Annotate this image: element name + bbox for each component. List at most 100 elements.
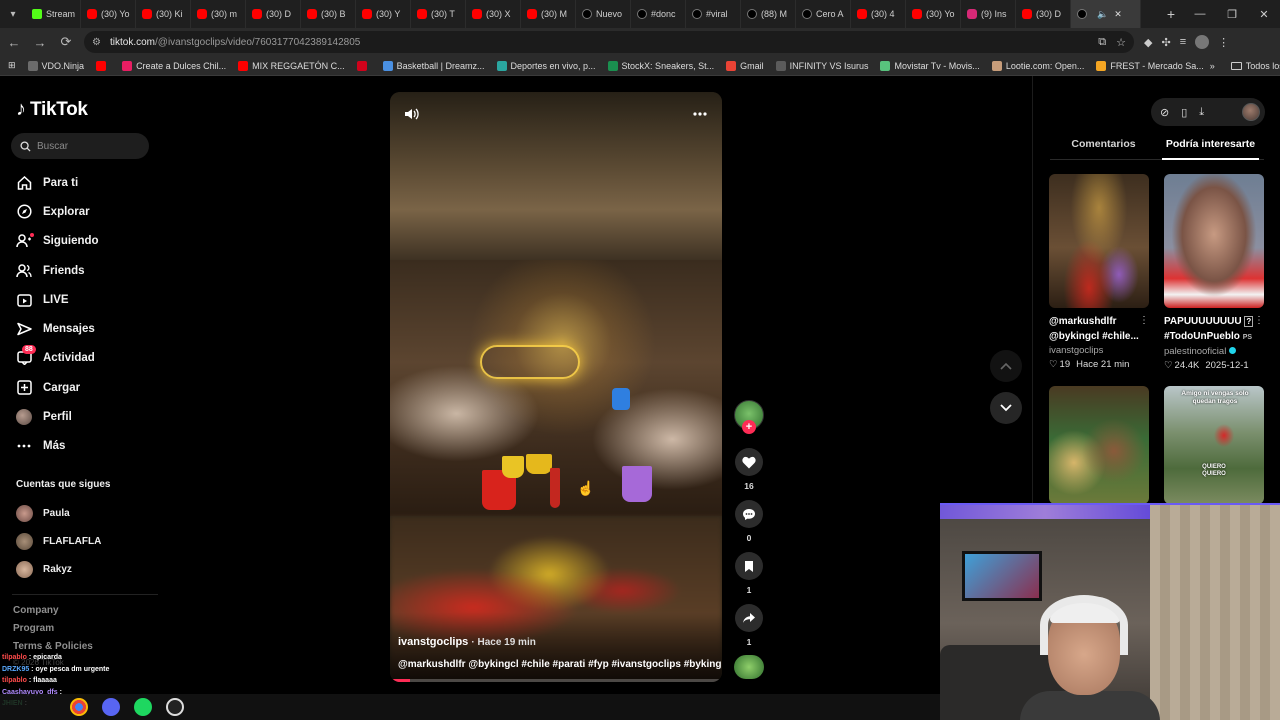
media-control-icon[interactable]: ≡: [1180, 36, 1186, 48]
browser-tab[interactable]: Nuevo: [576, 0, 631, 28]
card-username[interactable]: palestinooficial: [1164, 346, 1264, 357]
browser-tab[interactable]: (30) D: [1016, 0, 1071, 28]
address-bar[interactable]: ⚙ tiktok.com/@ivanstgoclips/video/760317…: [84, 31, 1134, 53]
browser-tab[interactable]: #viral: [686, 0, 741, 28]
browser-tab[interactable]: (30) B: [301, 0, 356, 28]
video-player[interactable]: ivanstgoclips · Hace 19 min @markushdlfr…: [390, 92, 722, 682]
share-action[interactable]: 1: [735, 604, 763, 647]
tab-suggestions[interactable]: Podría interesarte: [1157, 134, 1264, 160]
bookmark-item[interactable]: Deportes en vivo, p...: [491, 60, 602, 71]
close-tab-icon[interactable]: ✕: [1114, 9, 1122, 20]
video-thumbnail[interactable]: [1049, 386, 1149, 504]
bookmark-item[interactable]: FREST - Mercado Sa...: [1090, 60, 1209, 71]
following-account[interactable]: FLAFLAFLA: [16, 527, 101, 555]
chrome-icon[interactable]: [70, 698, 88, 716]
browser-tab[interactable]: Stream: [26, 0, 81, 28]
nav-item[interactable]: LIVE: [16, 285, 166, 314]
coins-icon[interactable]: ⊘: [1160, 106, 1169, 119]
download-icon[interactable]: ⤓: [1199, 106, 1204, 119]
previous-video-button[interactable]: [990, 350, 1022, 382]
browser-tab[interactable]: (30) 4: [851, 0, 906, 28]
following-account[interactable]: Rakyz: [16, 555, 101, 583]
suggested-video-card[interactable]: @markushdlfr @bykingcl #chile... ivanstg…: [1049, 174, 1149, 370]
suggested-video-card[interactable]: [1049, 386, 1149, 504]
card-menu-icon[interactable]: ⋮: [1254, 315, 1264, 326]
browser-tab[interactable]: (30) M: [521, 0, 576, 28]
tab-search-button[interactable]: ▾: [0, 0, 26, 28]
nav-item[interactable]: 88 Actividad: [16, 344, 166, 373]
card-menu-icon[interactable]: ⋮: [1139, 315, 1149, 326]
save-button[interactable]: [735, 552, 763, 580]
extension-icon[interactable]: ◆: [1144, 36, 1152, 49]
card-username[interactable]: ivanstgoclips: [1049, 345, 1149, 356]
nav-item[interactable]: Friends: [16, 256, 166, 285]
bookmark-item[interactable]: Create a Dulces Chil...: [116, 60, 232, 71]
nav-item[interactable]: Mensajes: [16, 314, 166, 343]
browser-tab[interactable]: (88) M: [741, 0, 796, 28]
browser-tab[interactable]: (30) D: [246, 0, 301, 28]
nav-item[interactable]: Siguiendo: [16, 227, 166, 256]
bookmark-item[interactable]: MIX REGGAETÓN C...: [232, 60, 351, 71]
nav-item[interactable]: Más: [16, 432, 166, 461]
minimize-button[interactable]: —: [1184, 0, 1216, 28]
search-box[interactable]: [11, 133, 149, 159]
tab-comments[interactable]: Comentarios: [1050, 134, 1157, 159]
nav-item[interactable]: Perfil: [16, 402, 166, 431]
video-more-button[interactable]: [690, 104, 710, 124]
tab-audio-icon[interactable]: 🔈: [1097, 9, 1108, 20]
forward-button[interactable]: →: [28, 30, 52, 54]
bookmark-item[interactable]: INFINITY VS Isurus: [770, 60, 875, 71]
suggested-video-card[interactable]: Amigo ni vengas solo quedan tragos QUIER…: [1164, 386, 1264, 504]
close-window-button[interactable]: ✕: [1248, 0, 1280, 28]
bookmark-item[interactable]: StockX: Sneakers, St...: [602, 60, 721, 71]
site-info-icon[interactable]: ⚙: [92, 37, 106, 48]
reload-button[interactable]: ⟳: [54, 30, 78, 54]
browser-tab[interactable]: (30) Ki: [136, 0, 191, 28]
bookmark-item[interactable]: Lootie.com: Open...: [986, 60, 1091, 71]
suggested-video-card[interactable]: PAPUUUUUUUU ? #TodoUnPueblo PS palestino…: [1164, 174, 1264, 371]
profile-avatar-icon[interactable]: [1195, 35, 1210, 49]
video-thumbnail[interactable]: [1164, 174, 1264, 308]
all-bookmarks-button[interactable]: Todos los marcadores: [1225, 61, 1280, 71]
browser-tab[interactable]: (30) m: [191, 0, 246, 28]
nav-item[interactable]: Explorar: [16, 197, 166, 226]
discord-icon[interactable]: [102, 698, 120, 716]
bookmark-item[interactable]: Gmail: [720, 60, 770, 71]
bookmark-item[interactable]: VDO.Ninja: [22, 60, 91, 71]
video-thumbnail[interactable]: Amigo ni vengas solo quedan tragos QUIER…: [1164, 386, 1264, 504]
obs-icon[interactable]: [166, 698, 184, 716]
save-action[interactable]: 1: [735, 552, 763, 595]
follow-plus-button[interactable]: +: [742, 420, 756, 434]
browser-tab[interactable]: (30) Y: [356, 0, 411, 28]
video-progress-bar[interactable]: [390, 679, 722, 682]
comment-button[interactable]: [735, 500, 763, 528]
browser-tab[interactable]: Cero A: [796, 0, 851, 28]
browser-tab[interactable]: (30) Yo: [906, 0, 961, 28]
browser-tab[interactable]: (30) T: [411, 0, 466, 28]
bookmark-item[interactable]: Basketball | Dreamz...: [377, 60, 491, 71]
music-disc[interactable]: [734, 655, 764, 679]
restore-button[interactable]: ❐: [1216, 0, 1248, 28]
nav-item[interactable]: Para ti: [16, 168, 166, 197]
video-thumbnail[interactable]: [1049, 174, 1149, 308]
bookmark-item[interactable]: [90, 60, 116, 71]
comment-action[interactable]: 0: [735, 500, 763, 543]
browser-tab[interactable]: (30) X: [466, 0, 521, 28]
next-video-button[interactable]: [990, 392, 1022, 424]
browser-tab[interactable]: (30) Yo: [81, 0, 136, 28]
browser-tab[interactable]: 🔈 ✕: [1071, 0, 1141, 28]
footer-link[interactable]: Program: [13, 623, 93, 641]
like-action[interactable]: 16: [735, 448, 763, 491]
share-button[interactable]: [735, 604, 763, 632]
new-tab-button[interactable]: +: [1158, 6, 1184, 22]
device-icon[interactable]: ▯: [1181, 106, 1187, 119]
following-account[interactable]: Paula: [16, 499, 101, 527]
search-input[interactable]: [37, 140, 137, 152]
browser-tab[interactable]: (9) Ins: [961, 0, 1016, 28]
extensions-puzzle-icon[interactable]: ✣: [1161, 36, 1170, 49]
like-button[interactable]: [735, 448, 763, 476]
video-caption[interactable]: @markushdlfr @bykingcl #chile #parati #f…: [398, 659, 722, 670]
nav-item[interactable]: Cargar: [16, 373, 166, 402]
spotify-icon[interactable]: [134, 698, 152, 716]
apps-grid-icon[interactable]: ⊞: [8, 60, 16, 71]
